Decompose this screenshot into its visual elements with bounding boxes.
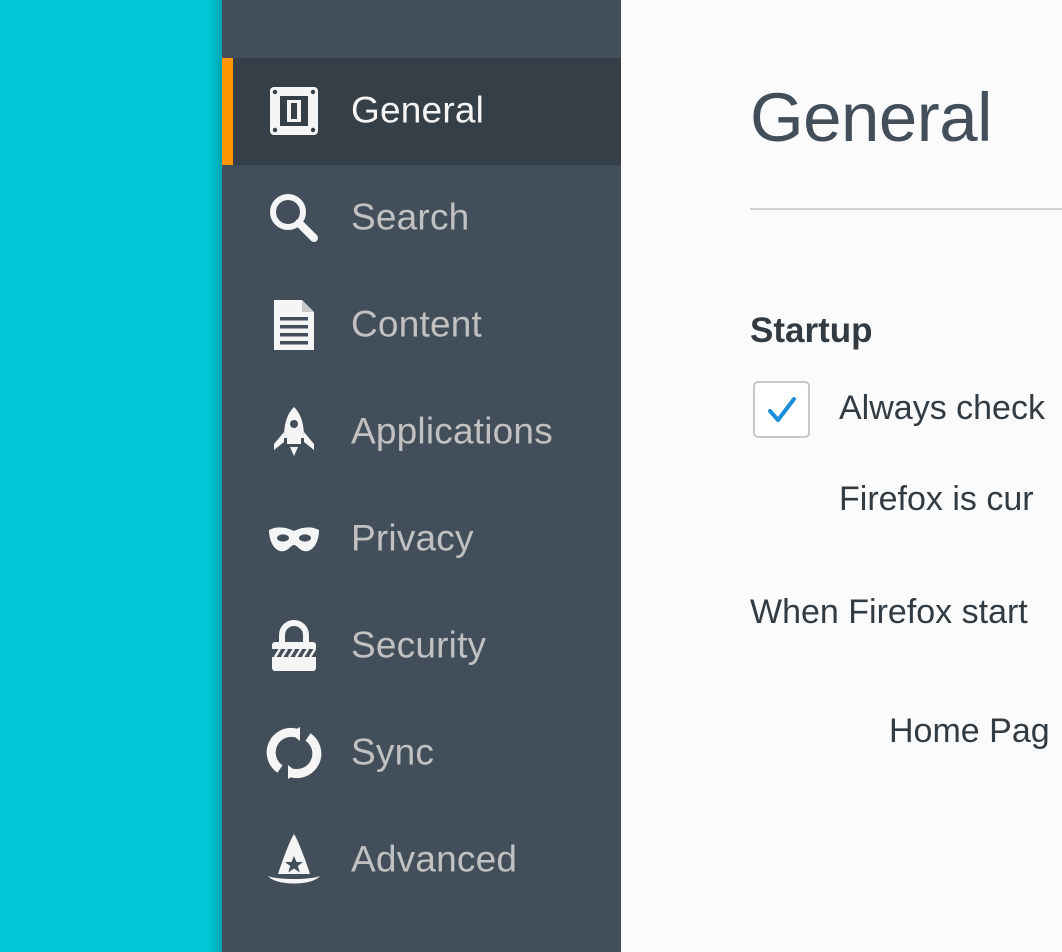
sidebar-item-label: Content bbox=[351, 303, 482, 345]
section-heading-startup: Startup bbox=[750, 311, 873, 350]
desktop-backdrop bbox=[0, 0, 222, 952]
sidebar-item-general[interactable]: General bbox=[222, 58, 621, 165]
sidebar-item-label: Advanced bbox=[351, 838, 518, 880]
divider bbox=[750, 208, 1062, 210]
rocket-icon bbox=[266, 404, 322, 460]
selected-indicator bbox=[222, 58, 233, 165]
mask-icon bbox=[266, 511, 322, 567]
sidebar-item-sync[interactable]: Sync bbox=[222, 700, 621, 807]
lock-icon bbox=[266, 618, 322, 674]
checkmark-icon bbox=[767, 396, 796, 422]
sidebar: General Search Content Applications Priv… bbox=[222, 0, 621, 952]
search-icon bbox=[266, 190, 322, 246]
default-browser-label[interactable]: Always check bbox=[839, 389, 1045, 428]
sidebar-item-label: Privacy bbox=[351, 517, 474, 559]
sidebar-item-privacy[interactable]: Privacy bbox=[222, 486, 621, 593]
sidebar-item-applications[interactable]: Applications bbox=[222, 379, 621, 486]
sidebar-item-content[interactable]: Content bbox=[222, 272, 621, 379]
document-icon bbox=[266, 297, 322, 353]
sidebar-item-label: Applications bbox=[351, 410, 553, 452]
home-page-label: Home Pag bbox=[889, 712, 1050, 750]
sidebar-item-label: General bbox=[351, 89, 485, 131]
sidebar-item-label: Search bbox=[351, 196, 470, 238]
wizard-hat-icon bbox=[266, 832, 322, 888]
default-browser-checkbox[interactable] bbox=[753, 381, 810, 438]
when-firefox-starts-label: When Firefox start bbox=[750, 593, 1028, 631]
default-browser-status: Firefox is cur bbox=[839, 480, 1034, 518]
sidebar-item-advanced[interactable]: Advanced bbox=[222, 807, 621, 914]
preferences-pane: General Startup Always check Firefox is … bbox=[621, 0, 1062, 952]
sidebar-item-label: Security bbox=[351, 624, 487, 666]
sync-icon bbox=[266, 725, 322, 781]
sidebar-item-search[interactable]: Search bbox=[222, 165, 621, 272]
sidebar-item-security[interactable]: Security bbox=[222, 593, 621, 700]
sidebar-item-label: Sync bbox=[351, 731, 435, 773]
general-icon bbox=[266, 83, 322, 139]
page-title: General bbox=[750, 79, 992, 156]
